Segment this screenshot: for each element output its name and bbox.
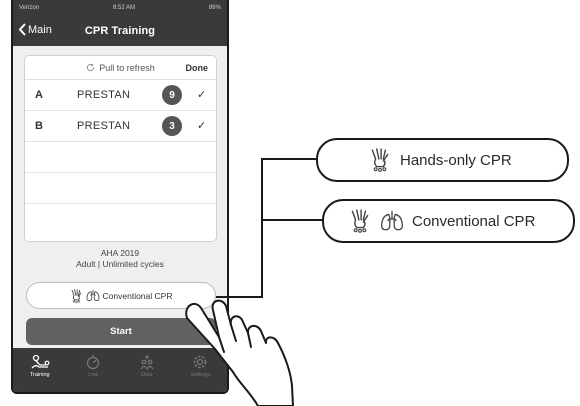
guideline-label: AHA 2019 <box>100 248 140 258</box>
manikin-letter: B <box>35 120 43 132</box>
lungs-icon <box>86 289 99 302</box>
refresh-icon <box>87 63 95 72</box>
refresh-label: Pull to refresh <box>99 62 155 73</box>
back-label: Main <box>28 23 52 36</box>
tab-link[interactable]: Link <box>67 348 121 392</box>
tab-label: Link <box>88 372 99 378</box>
carrier-label: Verizon <box>19 5 40 11</box>
battery-label: 86% <box>208 5 221 11</box>
gear-icon <box>193 355 207 369</box>
hands-icon <box>371 148 389 172</box>
connector-lines <box>216 158 322 298</box>
link-icon <box>87 355 100 370</box>
manikin-name: PRESTAN <box>77 89 131 101</box>
list-item[interactable]: A PRESTAN 9 ✓ <box>25 80 216 111</box>
tab-label: Settings <box>190 372 211 378</box>
chevron-left-icon <box>18 23 26 36</box>
mode-detail-label: Adult | Unlimited cycles <box>76 259 164 269</box>
manikin-name: PRESTAN <box>77 120 131 132</box>
mode-description: AHA 2019 Adult | Unlimited cycles <box>13 248 227 270</box>
status-bar: Verizon 8:52 AM 86% <box>13 0 227 16</box>
rescuer-icon <box>31 354 50 369</box>
callout-hands-only: Hands-only CPR <box>316 138 569 182</box>
empty-row <box>25 173 216 204</box>
empty-row <box>25 204 216 235</box>
tab-bar: Training Link Data Settings <box>13 348 228 392</box>
tab-label: Data <box>140 372 153 378</box>
empty-row <box>25 142 216 173</box>
card-header: Pull to refresh Done <box>25 56 216 80</box>
list-item[interactable]: B PRESTAN 3 ✓ <box>25 111 216 142</box>
phone-screen: Verizon 8:52 AM 86% Main CPR Training Pu… <box>11 0 229 394</box>
hands-icon <box>351 209 369 233</box>
data-icon <box>140 355 154 370</box>
pull-to-refresh[interactable]: Pull to refresh <box>86 63 155 73</box>
count-badge: 3 <box>162 116 182 136</box>
manikin-list-card: Pull to refresh Done A PRESTAN 9 ✓ B PRE… <box>24 55 217 242</box>
manikin-letter: A <box>35 89 43 101</box>
tab-label: Training <box>29 372 50 378</box>
nav-bar: Main CPR Training <box>13 16 227 46</box>
tab-training[interactable]: Training <box>13 348 67 392</box>
tab-settings[interactable]: Settings <box>174 348 228 392</box>
hands-icon <box>71 288 81 303</box>
done-button[interactable]: Done <box>186 63 209 73</box>
check-icon[interactable]: ✓ <box>197 119 206 132</box>
mode-toggle-label: Conventional CPR <box>102 290 173 301</box>
lungs-icon <box>380 211 404 231</box>
callout-label: Hands-only CPR <box>400 151 512 169</box>
back-button[interactable]: Main <box>18 23 52 36</box>
clock-label: 8:52 AM <box>112 5 135 11</box>
main-content: Pull to refresh Done A PRESTAN 9 ✓ B PRE… <box>13 46 227 348</box>
callout-label: Conventional CPR <box>412 212 536 230</box>
cpr-mode-toggle[interactable]: Conventional CPR <box>26 282 216 309</box>
tab-data[interactable]: Data <box>120 348 174 392</box>
start-button[interactable]: Start <box>26 318 216 345</box>
callout-conventional: Conventional CPR <box>322 199 575 243</box>
count-badge: 9 <box>162 85 182 105</box>
check-icon[interactable]: ✓ <box>197 88 206 101</box>
